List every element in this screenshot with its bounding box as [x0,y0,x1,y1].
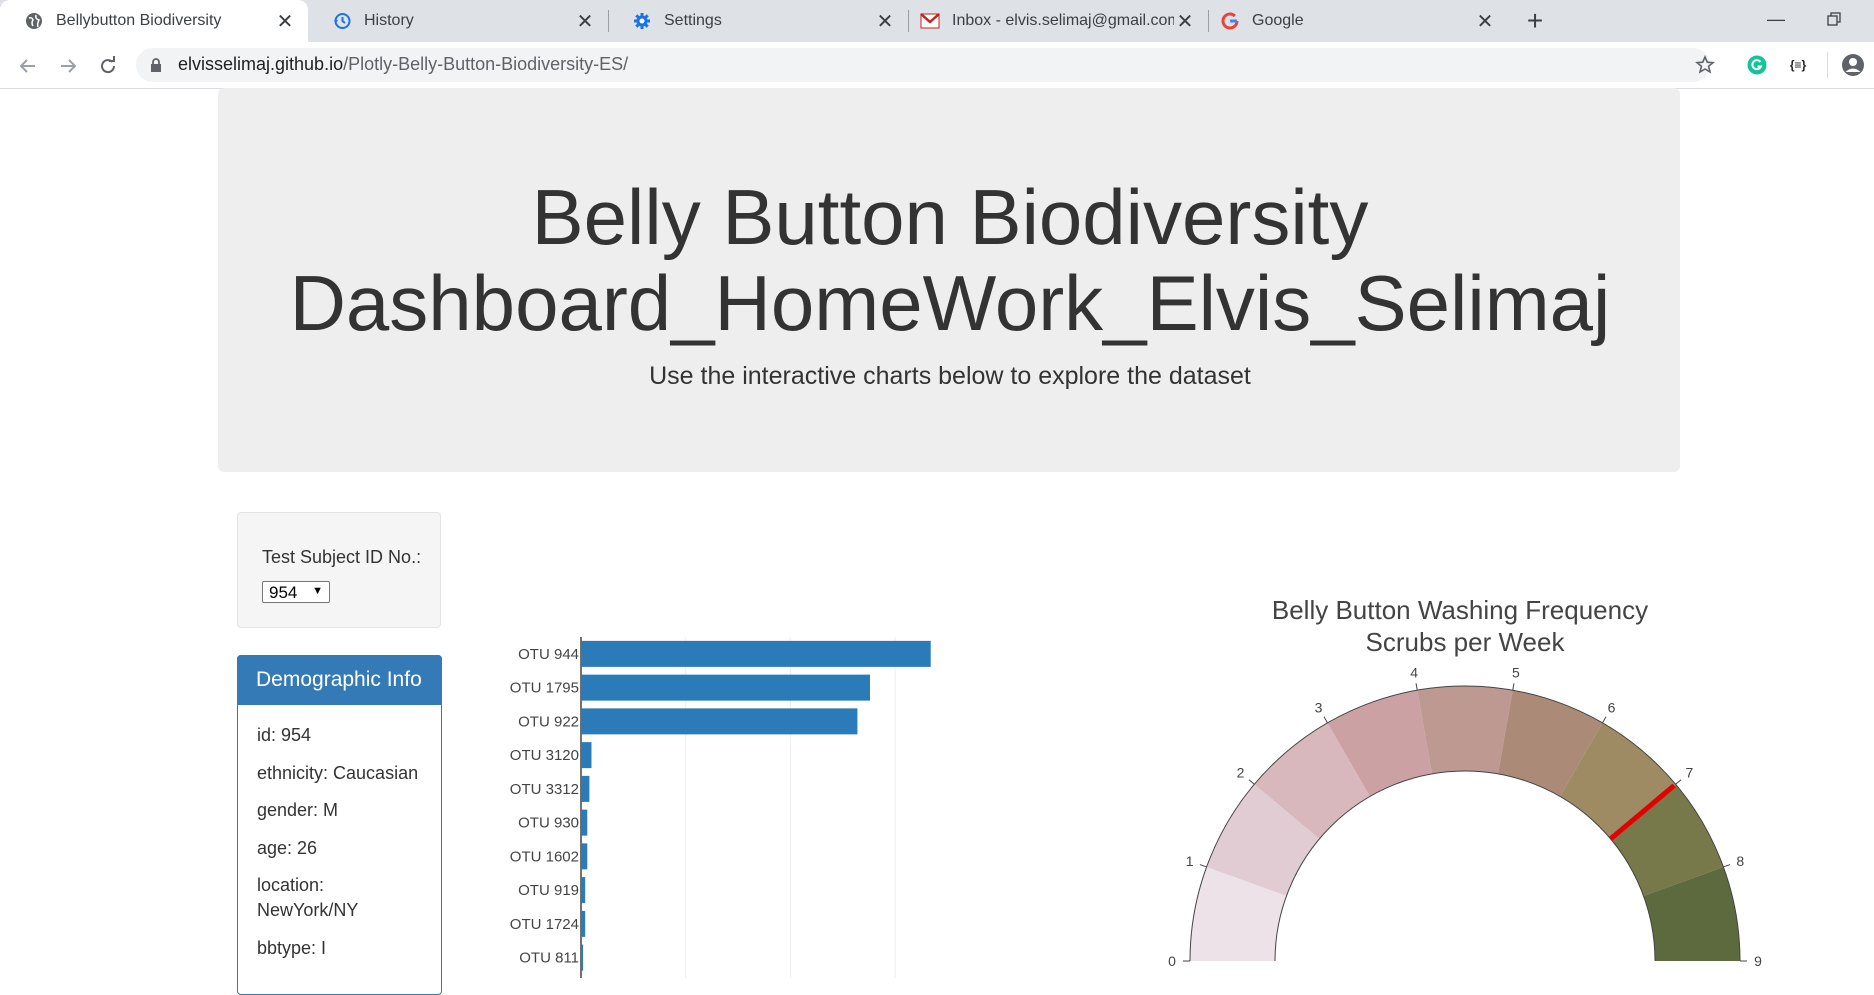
url-text[interactable]: elvisselimaj.github.io/Plotly-Belly-Butt… [178,54,628,75]
reload-icon[interactable] [92,50,124,82]
category-label: OTU 1795 [510,680,579,697]
chevron-down-icon: ▼ [312,585,323,597]
tab-inbox[interactable]: Inbox - elvis.selimaj@gmail.com ✕ [908,0,1208,42]
category-label: OTU 922 [518,713,579,730]
bar[interactable] [581,775,590,802]
category-label: OTU 919 [518,882,579,899]
gauge-tick [1675,779,1682,785]
new-tab-button[interactable]: + [1520,5,1550,36]
back-arrow-icon[interactable] [12,50,44,82]
page-subtitle: Use the interactive charts below to expl… [649,362,1251,390]
gear-icon [632,11,652,31]
globe-icon [24,11,44,31]
bar[interactable] [581,708,858,735]
category-label: OTU 944 [518,646,579,663]
gauge-tick [1512,683,1515,691]
tab-title: Inbox - elvis.selimaj@gmail.com [952,12,1174,29]
selected-value: 954 [269,583,298,602]
category-label: OTU 3312 [510,781,579,798]
gauge-tick-label: 9 [1754,953,1762,969]
demographic-line: gender: M [257,800,339,820]
demographic-line: id: 954 [257,725,312,745]
demographic-line: ethnicity: Caucasian [257,763,419,783]
gauge-tick-label: 0 [1168,953,1176,969]
tab-title: Settings [664,12,722,29]
gauge-tick-label: 7 [1686,765,1694,781]
minimize-button[interactable]: — [1756,4,1796,34]
bookmark-star-icon[interactable] [1692,52,1718,78]
gauge-band [1417,686,1513,774]
top-otu-bar-chart[interactable]: OTU 944 OTU 1795 OTU 922 OTU 3120 OTU 3312 OT… [480,625,1000,978]
bar[interactable] [581,877,586,904]
tab-title: Bellybutton Biodiversity [56,12,222,29]
close-icon[interactable]: ✕ [1174,10,1196,33]
tab-history[interactable]: History ✕ [308,0,608,42]
gauge-tick [1602,716,1607,724]
gmail-icon [920,11,940,31]
json-viewer-icon[interactable]: {≡} [1782,52,1814,78]
url-host: elvisselimaj.github.io [178,54,344,74]
history-icon [332,11,352,31]
tab-google[interactable]: Google ✕ [1208,0,1508,42]
url-path: /Plotly-Belly-Button-Biodiversity-ES/ [343,54,629,74]
bar[interactable] [581,910,586,937]
bar[interactable] [581,742,592,769]
toolbar-separator [1827,52,1828,78]
gauge-tick [1199,864,1207,868]
close-icon[interactable]: ✕ [574,10,596,33]
close-icon[interactable]: ✕ [1474,10,1496,33]
demographic-line: location: NewYork/NY [257,875,359,920]
grammarly-icon[interactable] [1744,52,1770,78]
page-title-line2: Dashboard_HomeWork_Elvis_Selimaj [289,259,1611,347]
restore-button[interactable] [1814,4,1854,34]
category-label: OTU 3120 [510,747,579,764]
gauge-tick-label: 3 [1315,699,1323,715]
tab-title: Google [1252,12,1304,29]
category-label: OTU 811 [519,950,579,967]
wash-frequency-gauge[interactable]: Belly Button Washing Frequency Scrubs pe… [1150,585,1800,978]
selector-well [237,512,441,628]
gauge-tick-label: 5 [1512,664,1520,680]
gauge-title: Belly Button Washing Frequency [1272,595,1648,625]
bar[interactable] [581,640,931,667]
profile-avatar-icon[interactable] [1840,52,1866,78]
subject-id-select[interactable]: 954 ▼ [262,581,330,603]
bar[interactable] [581,843,588,870]
subject-id-label: Test Subject ID No.: [262,547,422,567]
gauge-tick [1323,716,1328,724]
page-title-line1: Belly Button Biodiversity [531,173,1369,261]
demographic-line: age: 26 [257,838,318,858]
bar[interactable] [581,674,870,701]
category-label: OTU 1602 [510,848,579,865]
gauge-tick-label: 6 [1608,699,1616,715]
close-icon[interactable]: ✕ [274,10,296,33]
tab-bellybutton[interactable]: Bellybutton Biodiversity ✕ [0,0,308,42]
demographic-line: bbtype: I [257,938,327,958]
lock-icon [146,54,166,76]
gauge-subtitle: Scrubs per Week [1366,627,1566,657]
gauge-tick-label: 4 [1410,664,1418,680]
gauge-tick-label: 2 [1237,765,1245,781]
demographic-panel-heading: Demographic Info [237,655,442,705]
gauge-tick [1723,864,1731,868]
bar[interactable] [581,944,584,971]
gauge-tick-label: 8 [1736,853,1744,869]
category-label: OTU 1724 [510,916,579,933]
extension-label: {≡} [1789,58,1807,72]
tab-settings[interactable]: Settings ✕ [608,0,908,42]
gauge-tick-label: 1 [1186,853,1194,869]
close-icon[interactable]: ✕ [874,10,896,33]
bar[interactable] [581,809,588,836]
tab-title: History [364,12,414,29]
forward-arrow-icon[interactable] [52,50,84,82]
category-label: OTU 930 [518,815,579,832]
gauge-tick [1415,683,1418,691]
gauge-tick [1248,779,1255,785]
google-icon [1220,11,1240,31]
